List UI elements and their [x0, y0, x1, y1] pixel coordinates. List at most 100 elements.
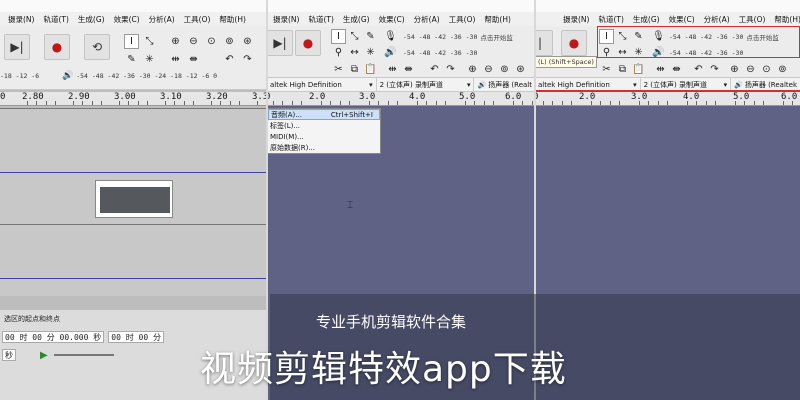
skip-end-button[interactable]: ▶| — [4, 34, 30, 60]
silence-button[interactable]: ⇼ — [401, 62, 416, 77]
redo-button[interactable]: ↷ — [240, 52, 255, 67]
menu-tools[interactable]: 工具(O) — [449, 14, 476, 25]
menu-effect[interactable]: 效果(C) — [379, 14, 405, 25]
speaker-icon: 🔊 — [477, 80, 487, 89]
zoom-out-button[interactable]: ⊖ — [481, 62, 496, 77]
menu-item-raw-data[interactable]: 原始数据(R)... — [268, 142, 380, 153]
loop-button[interactable]: ⟲ — [84, 34, 110, 60]
speed-slider[interactable] — [53, 354, 114, 356]
menu-help[interactable]: 帮助(H) — [484, 14, 511, 25]
menu-analyze[interactable]: 分析(A) — [149, 14, 175, 25]
timeline-ruler[interactable]: 0 2.0 3.0 4.0 5.0 6.0 — [535, 92, 800, 106]
paste-icon: 📋 — [364, 64, 377, 75]
record-meter[interactable]: -54 -48 -42 -36 -30 点击开始监 — [403, 32, 513, 42]
zoom-sel-button[interactable]: ⊙ — [204, 34, 219, 49]
zoom-sel-button[interactable]: ⊙ — [759, 62, 774, 77]
undo-button[interactable]: ↶ — [222, 52, 237, 67]
undo-button[interactable]: ↶ — [427, 62, 442, 77]
record-button[interactable]: ● — [561, 30, 587, 56]
cut-button[interactable]: ✂ — [599, 62, 614, 77]
playback-meter[interactable]: 🔊 -54 -48 -42 -36 -30 -24 -18 -12 -6 0 — [62, 71, 217, 81]
menu-tracks[interactable]: 轨道(T) — [598, 14, 623, 25]
zoom-out-button[interactable]: ⊖ — [743, 62, 758, 77]
record-button[interactable]: ● — [295, 30, 321, 56]
redo-button[interactable]: ↷ — [443, 62, 458, 77]
copy-button[interactable]: ⧉ — [347, 62, 362, 77]
selection-tool[interactable]: I — [331, 29, 346, 44]
menu-analyze[interactable]: 分析(A) — [704, 14, 730, 25]
menu-tracks[interactable]: 轨道(T) — [308, 14, 333, 25]
toolbar-highlight-box — [597, 26, 800, 58]
undo-button[interactable]: ↶ — [691, 62, 706, 77]
menu-effect[interactable]: 效果(C) — [669, 14, 695, 25]
menu-help[interactable]: 帮助(H) — [774, 14, 800, 25]
record-meter[interactable]: -18 -12 -6 — [0, 71, 39, 81]
channels-select[interactable]: 2 (立体声) 录制声道 ▾ — [377, 77, 475, 92]
magnifier-icon: ⚲ — [334, 47, 343, 58]
selection-end-time[interactable]: 00 时 00 分 — [108, 331, 164, 343]
zoom-in-button[interactable]: ⊕ — [465, 62, 480, 77]
paste-icon: 📋 — [632, 64, 645, 75]
seconds-unit[interactable]: 秒 — [2, 349, 16, 361]
trim-button[interactable]: ⇹ — [168, 52, 183, 67]
recording-device-select[interactable]: altek High Definition ▾ — [267, 77, 377, 92]
envelope-tool[interactable]: ⤡ — [142, 34, 157, 49]
draw-tool[interactable]: ✎ — [124, 52, 139, 67]
play-icon[interactable]: ▶ — [40, 350, 48, 361]
timeline-ruler[interactable]: 0 2.80 2.90 3.00 3.10 3.20 3.30 — [0, 92, 267, 106]
silence-button[interactable]: ⇼ — [669, 62, 684, 77]
paste-button[interactable]: 📋 — [631, 62, 646, 77]
zoom-tool[interactable]: ⚲ — [331, 45, 346, 60]
playback-meter[interactable]: -54 -48 -42 -36 -30 — [403, 48, 477, 58]
trim-button[interactable]: ⇹ — [653, 62, 668, 77]
menu-help[interactable]: 帮助(H) — [219, 14, 246, 25]
top-strip — [267, 0, 535, 12]
zoom-fit-button[interactable]: ⊚ — [775, 62, 790, 77]
zoom-in-icon: ⊕ — [468, 64, 477, 75]
menu-analyze[interactable]: 分析(A) — [414, 14, 440, 25]
menu-generate[interactable]: 生成(G) — [78, 14, 105, 25]
mic-icon-button[interactable]: 🎙 — [383, 29, 398, 44]
menu-record[interactable]: 摄录(N) — [8, 14, 34, 25]
menu-tools[interactable]: 工具(O) — [184, 14, 211, 25]
zoom-fit-button[interactable]: ⊚ — [497, 62, 512, 77]
zoom-in-button[interactable]: ⊕ — [727, 62, 742, 77]
zoom-out-button[interactable]: ⊖ — [186, 34, 201, 49]
menu-effect[interactable]: 效果(C) — [114, 14, 140, 25]
menu-generate[interactable]: 生成(G) — [343, 14, 370, 25]
menu-item-midi[interactable]: MIDI(M)... — [268, 131, 380, 142]
selection-start-time[interactable]: 00 时 00 分 00.000 秒 — [2, 331, 105, 343]
zoom-fit-button[interactable]: ⊚ — [222, 34, 237, 49]
selection-tool[interactable]: I — [124, 34, 139, 49]
zoom-toggle-button[interactable]: ⊛ — [513, 62, 528, 77]
waveform-clip-selection[interactable] — [95, 180, 173, 218]
silence-button[interactable]: ⇼ — [186, 52, 201, 67]
zoom-in-button[interactable]: ⊕ — [168, 34, 183, 49]
speaker-icon-button[interactable]: 🔊 — [383, 45, 398, 60]
undo-icon: ↶ — [225, 54, 234, 65]
multi-tool[interactable]: ✳ — [142, 52, 157, 67]
menu-item-audio[interactable]: 音频(A)... Ctrl+Shift+I — [268, 109, 380, 120]
record-button[interactable]: ● — [44, 34, 70, 60]
audio-track[interactable] — [0, 108, 267, 296]
redo-button[interactable]: ↷ — [707, 62, 722, 77]
menu-tracks[interactable]: 轨道(T) — [43, 14, 68, 25]
menu-generate[interactable]: 生成(G) — [633, 14, 660, 25]
trim-button[interactable]: ⇹ — [385, 62, 400, 77]
menu-item-label-track[interactable]: 标签(L)... — [268, 120, 380, 131]
menu-record[interactable]: 摄录(N) — [563, 14, 589, 25]
timeline-ruler[interactable]: 0 2.0 3.0 4.0 5.0 6.0 — [267, 92, 535, 106]
skip-end-button[interactable]: | — [535, 30, 553, 56]
multi-tool[interactable]: ✳ — [363, 45, 378, 60]
timeshift-tool[interactable]: ↔ — [347, 45, 362, 60]
draw-tool[interactable]: ✎ — [363, 29, 378, 44]
cut-button[interactable]: ✂ — [331, 62, 346, 77]
envelope-tool[interactable]: ⤡ — [347, 29, 362, 44]
paste-button[interactable]: 📋 — [363, 62, 378, 77]
menu-tools[interactable]: 工具(O) — [739, 14, 766, 25]
menu-record[interactable]: 摄录(N) — [273, 14, 299, 25]
playback-device-select[interactable]: 🔊 扬声器 (Realt — [474, 78, 535, 92]
skip-end-button[interactable]: ▶| — [267, 30, 293, 56]
zoom-toggle-button[interactable]: ⊛ — [240, 34, 255, 49]
copy-button[interactable]: ⧉ — [615, 62, 630, 77]
